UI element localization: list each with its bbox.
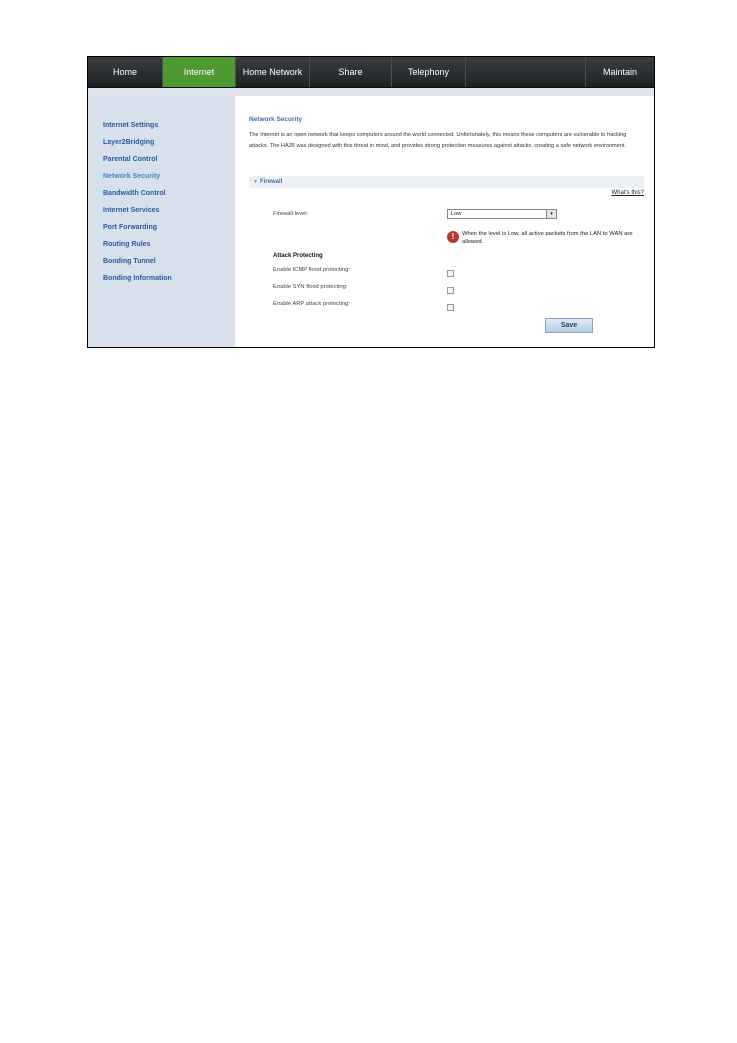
section-title: Firewall	[259, 179, 283, 185]
arp-attack-label: Enable ARP attack protecting:	[273, 301, 350, 307]
tab-maintain[interactable]: Maintain	[586, 57, 654, 87]
sidebar-item-internet-services[interactable]: Internet Services	[103, 207, 159, 214]
firewall-level-value: Low	[451, 211, 462, 217]
chevron-down-icon: ▼	[253, 179, 258, 185]
sidebar-item-bonding-tunnel[interactable]: Bonding Tunnel	[103, 258, 156, 265]
router-web-ui: Home Internet Home Network Share Telepho…	[87, 56, 655, 348]
firewall-section-header[interactable]: ▼ Firewall	[249, 176, 644, 188]
syn-flood-label: Enable SYN flood protecting:	[273, 284, 348, 290]
tab-internet[interactable]: Internet	[163, 57, 236, 87]
sidebar-item-network-security[interactable]: Network Security	[103, 173, 160, 180]
tab-home[interactable]: Home	[88, 57, 163, 87]
sidebar-item-bonding-information[interactable]: Bonding Information	[103, 275, 172, 282]
sidebar-item-internet-settings[interactable]: Internet Settings	[103, 122, 158, 129]
whats-this-link[interactable]: What's this?	[612, 190, 645, 196]
warning-icon: !	[447, 231, 459, 243]
nav-spacer	[466, 57, 586, 87]
warning-text: When the level is Low, all active packet…	[462, 231, 633, 245]
sidebar-item-bandwidth-control[interactable]: Bandwidth Control	[103, 190, 166, 197]
icmp-flood-label: Enable ICMP flood protecting:	[273, 267, 350, 273]
arp-attack-checkbox[interactable]	[447, 304, 454, 311]
top-navigation: Home Internet Home Network Share Telepho…	[88, 57, 654, 88]
firewall-level-select[interactable]: Low ▾	[447, 209, 557, 219]
icmp-flood-checkbox[interactable]	[447, 270, 454, 277]
header-band	[88, 88, 654, 96]
sidebar-item-routing-rules[interactable]: Routing Rules	[103, 241, 150, 248]
sidebar: Internet Settings Layer2Bridging Parenta…	[88, 96, 235, 347]
intro-text: The Internet is an open network that kee…	[249, 132, 627, 149]
tab-home-network[interactable]: Home Network	[236, 57, 310, 87]
page-title: Network Security	[249, 116, 303, 123]
save-button[interactable]: Save	[545, 318, 593, 333]
firewall-level-label: Firewall level:	[273, 211, 309, 217]
sidebar-item-parental-control[interactable]: Parental Control	[103, 156, 157, 163]
dropdown-arrow-icon: ▾	[546, 210, 556, 218]
syn-flood-checkbox[interactable]	[447, 287, 454, 294]
tab-share[interactable]: Share	[310, 57, 392, 87]
sidebar-item-port-forwarding[interactable]: Port Forwarding	[103, 224, 157, 231]
sidebar-item-layer2bridging[interactable]: Layer2Bridging	[103, 139, 154, 146]
attack-protecting-heading: Attack Protecting	[273, 253, 323, 259]
main-content: Network Security The Internet is an open…	[235, 96, 654, 347]
tab-telephony[interactable]: Telephony	[392, 57, 466, 87]
